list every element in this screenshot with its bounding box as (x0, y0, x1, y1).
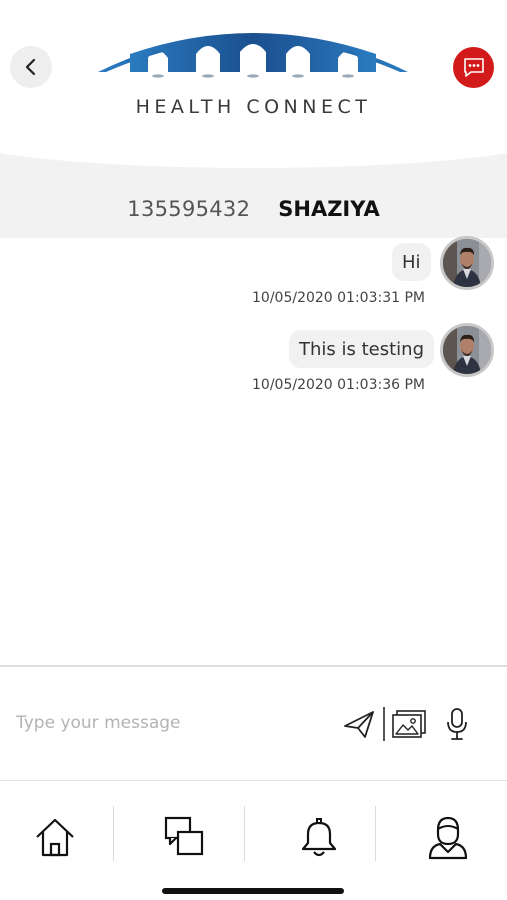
back-button[interactable] (10, 46, 52, 88)
gallery-icon (392, 710, 426, 738)
avatar (440, 236, 494, 290)
nav-notifications[interactable] (289, 807, 349, 867)
nav-profile[interactable] (418, 807, 478, 867)
chat-bubble-dots-icon (463, 57, 484, 77)
microphone-icon (447, 708, 467, 740)
message-composer (0, 667, 507, 780)
message-bubble[interactable]: Hi (392, 243, 431, 281)
message-input[interactable] (16, 707, 326, 739)
bell-icon (301, 818, 337, 857)
app-header: HEALTH CONNECT 135595432 SHAZIYA (0, 0, 507, 238)
user-photo-icon (443, 326, 491, 374)
brand-title: HEALTH CONNECT (135, 96, 372, 118)
send-button[interactable] (340, 705, 378, 743)
nav-separator (244, 806, 245, 861)
nav-separator (375, 806, 376, 861)
message-bubble[interactable]: This is testing (289, 330, 435, 368)
user-photo-icon (443, 239, 491, 287)
gallery-button[interactable] (390, 705, 428, 743)
bottom-nav (0, 781, 507, 900)
contact-name: SHAZIYA (278, 197, 380, 221)
contact-id: 135595432 (127, 197, 251, 221)
mic-button[interactable] (438, 705, 476, 743)
home-icon (36, 818, 74, 857)
send-icon (344, 711, 374, 738)
messages-icon (164, 816, 204, 856)
chevron-left-icon (25, 58, 36, 76)
chat-menu-button[interactable] (453, 47, 494, 88)
avatar (440, 323, 494, 377)
profile-icon (428, 816, 468, 860)
message-timestamp: 10/05/2020 01:03:31 PM (252, 290, 425, 306)
health-connect-logo (98, 33, 408, 78)
message-timestamp: 10/05/2020 01:03:36 PM (252, 377, 425, 393)
home-indicator (162, 888, 344, 894)
nav-home[interactable] (25, 807, 85, 867)
message-text: Hi (402, 251, 421, 273)
composer-divider (383, 707, 385, 741)
contact-bar: 135595432 SHAZIYA (0, 190, 507, 228)
nav-separator (113, 806, 114, 861)
message-text: This is testing (299, 338, 425, 360)
nav-messages[interactable] (155, 807, 215, 867)
